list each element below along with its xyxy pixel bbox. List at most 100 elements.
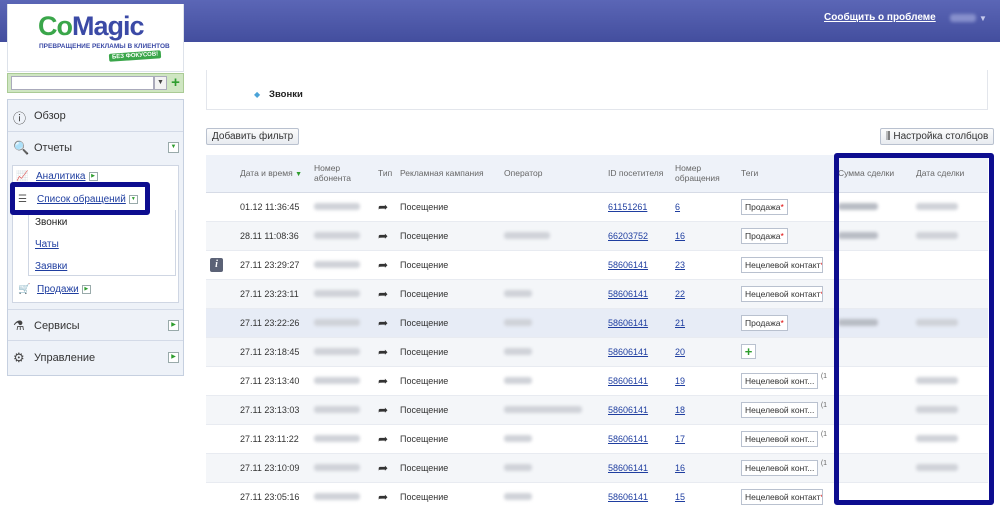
tag-chip[interactable]: Продажа* — [741, 314, 788, 331]
request-no-link[interactable]: 21 — [675, 318, 685, 328]
request-no-link[interactable]: 15 — [675, 492, 685, 502]
cell-deal-sum — [834, 308, 912, 338]
visitor-id-link[interactable]: 58606141 — [608, 289, 648, 299]
visitor-id-link[interactable]: 61151261 — [608, 202, 647, 212]
visitor-id-link[interactable]: 58606141 — [608, 318, 648, 328]
column-settings-button[interactable]: ⫼ Настройка столбцов — [880, 128, 995, 145]
submenu-item-analytics[interactable]: Аналитика ▶ — [36, 171, 98, 182]
site-selector-input[interactable] — [11, 76, 154, 90]
visitor-id-link[interactable]: 66203752 — [608, 231, 648, 241]
cell-tags: Нецелевой конт... (1 — [737, 395, 834, 425]
cell-type: ➦ — [374, 192, 396, 222]
tag-chip[interactable]: Нецелевой контакт* — [741, 256, 823, 273]
tag-chip[interactable]: Продажа* — [741, 198, 788, 215]
expand-toggle[interactable]: ▶ — [168, 320, 179, 331]
header-campaign[interactable]: Рекламная кампания — [396, 155, 500, 193]
cell-campaign: Посещение — [396, 337, 500, 367]
request-no-link[interactable]: 16 — [675, 231, 685, 241]
table-row[interactable]: 27.11 23:18:45 ➦ Посещение 58606141 20 + — [206, 337, 988, 367]
tag-chip[interactable]: Нецелевой контакт* — [741, 488, 823, 505]
chevron-down-icon[interactable]: ▼ — [154, 76, 167, 90]
submenu-item-sales[interactable]: Продажи ▶ — [37, 284, 91, 295]
visitor-id-link[interactable]: 58606141 — [608, 376, 648, 386]
columns-icon: ⫼ — [886, 131, 891, 142]
cell-deal-date — [912, 250, 988, 280]
visitor-id-link[interactable]: 58606141 — [608, 463, 648, 473]
table-row[interactable]: 27.11 23:22:26 ➦ Посещение 58606141 21 Продаж… — [206, 308, 988, 338]
table-row[interactable]: 01.12 11:36:45 ➦ Посещение 61151261 6 Продажа… — [206, 192, 988, 222]
logo[interactable]: CoMagic ПРЕВРАЩЕНИЕ РЕКЛАМЫ В КЛИЕНТОВ Б… — [7, 4, 184, 72]
sidebar-item-services[interactable]: ⚗ Сервисы ▶ — [8, 309, 183, 341]
table-row[interactable]: i 27.11 23:29:27 ➦ Посещение 58606141 23 Нецел… — [206, 250, 988, 280]
table-header-row: Дата и время ▼ Номер абонента Тип Реклам… — [206, 155, 988, 193]
header-number[interactable]: Номер абонента — [310, 155, 374, 193]
header-deal-date[interactable]: Дата сделки — [912, 155, 988, 193]
redacted-phone — [314, 318, 360, 326]
sidebar-item-overview[interactable]: ⓘ Обзор — [8, 100, 183, 132]
submenu-item-chats[interactable]: Чаты — [35, 239, 59, 250]
tag-chip[interactable]: Нецелевой конт... — [741, 401, 819, 418]
header-tags[interactable]: Теги — [737, 155, 834, 193]
incoming-call-arrow-icon: ➦ — [378, 286, 389, 301]
table-row[interactable]: 27.11 23:13:40 ➦ Посещение 58606141 19 Нецеле… — [206, 366, 988, 396]
expand-toggle[interactable]: ▶ — [88, 171, 98, 181]
chart-icon: 📈 — [16, 171, 29, 182]
cell-deal-sum — [834, 250, 912, 280]
breadcrumb-current: Звонки — [269, 89, 303, 100]
expand-toggle[interactable]: ▶ — [81, 284, 91, 294]
visitor-id-link[interactable]: 58606141 — [608, 260, 648, 270]
cell-type: ➦ — [374, 424, 396, 454]
request-no-link[interactable]: 22 — [675, 289, 685, 299]
table-row[interactable]: 27.11 23:23:11 ➦ Посещение 58606141 22 Нецеле… — [206, 279, 988, 309]
add-site-button[interactable]: + — [169, 75, 182, 91]
cell-visitor: 66203752 — [604, 221, 671, 251]
header-type[interactable]: Тип — [374, 155, 396, 193]
header-visitor[interactable]: ID посетителя — [604, 155, 671, 193]
chevron-down-icon[interactable]: ▼ — [979, 14, 987, 23]
request-no-link[interactable]: 17 — [675, 434, 685, 444]
tag-chip[interactable]: Нецелевой конт... — [741, 430, 819, 447]
visitor-id-link[interactable]: 58606141 — [608, 347, 648, 357]
visitor-id-link[interactable]: 58606141 — [608, 405, 648, 415]
request-no-link[interactable]: 18 — [675, 405, 685, 415]
table-row[interactable]: 28.11 11:08:36 ➦ Посещение 66203752 16 Продаж… — [206, 221, 988, 251]
header-deal-sum[interactable]: Сумма сделки — [834, 155, 912, 193]
add-filter-button[interactable]: Добавить фильтр — [206, 128, 300, 145]
calls-table: Дата и время ▼ Номер абонента Тип Реклам… — [206, 155, 988, 509]
tag-chip[interactable]: Нецелевой конт... — [741, 459, 819, 476]
cell-type: ➦ — [374, 366, 396, 396]
request-no-link[interactable]: 23 — [675, 260, 685, 270]
request-no-link[interactable]: 6 — [675, 202, 680, 212]
request-no-link[interactable]: 19 — [675, 376, 685, 386]
visitor-id-link[interactable]: 58606141 — [608, 434, 648, 444]
collapse-toggle[interactable]: ▼ — [168, 142, 179, 153]
add-tag-button[interactable]: + — [741, 344, 756, 359]
cell-type: ➦ — [374, 221, 396, 251]
table-row[interactable]: 27.11 23:05:16 ➦ Посещение 58606141 15 Нецеле… — [206, 482, 988, 509]
report-problem-link[interactable]: Сообщить о проблеме — [824, 12, 936, 23]
tag-chip[interactable]: Нецелевой конт... — [741, 372, 819, 389]
sidebar-item-reports[interactable]: 🔍 Отчеты ▼ — [8, 132, 183, 164]
tag-chip[interactable]: Продажа* — [741, 227, 788, 244]
cell-datetime: 27.11 23:29:27 — [236, 250, 310, 280]
table-row[interactable]: 27.11 23:11:22 ➦ Посещение 58606141 17 Нецеле… — [206, 424, 988, 454]
request-no-link[interactable]: 16 — [675, 463, 685, 473]
user-name[interactable] — [950, 14, 976, 22]
cell-operator — [500, 424, 604, 454]
visitor-id-link[interactable]: 58606141 — [608, 492, 648, 502]
info-icon[interactable]: i — [210, 257, 223, 272]
expand-toggle[interactable]: ▶ — [168, 352, 179, 363]
cell-request-no: 17 — [671, 424, 737, 454]
cell-number — [310, 221, 374, 251]
header-datetime[interactable]: Дата и время ▼ — [236, 155, 310, 193]
tag-chip[interactable]: Нецелевой контакт* — [741, 285, 823, 302]
sidebar-item-management[interactable]: ⚙ Управление ▶ — [8, 342, 183, 374]
submenu-item-requests[interactable]: Заявки — [35, 261, 67, 272]
submenu-item-calls[interactable]: Звонки — [35, 217, 67, 228]
table-row[interactable]: 27.11 23:10:09 ➦ Посещение 58606141 16 Нецеле… — [206, 453, 988, 483]
header-operator[interactable]: Оператор — [500, 155, 604, 193]
header-request-no[interactable]: Номер обращения — [671, 155, 737, 193]
table-row[interactable]: 27.11 23:13:03 ➦ Посещение 58606141 18 Нецеле… — [206, 395, 988, 425]
redacted-deal-date — [916, 376, 958, 384]
request-no-link[interactable]: 20 — [675, 347, 685, 357]
